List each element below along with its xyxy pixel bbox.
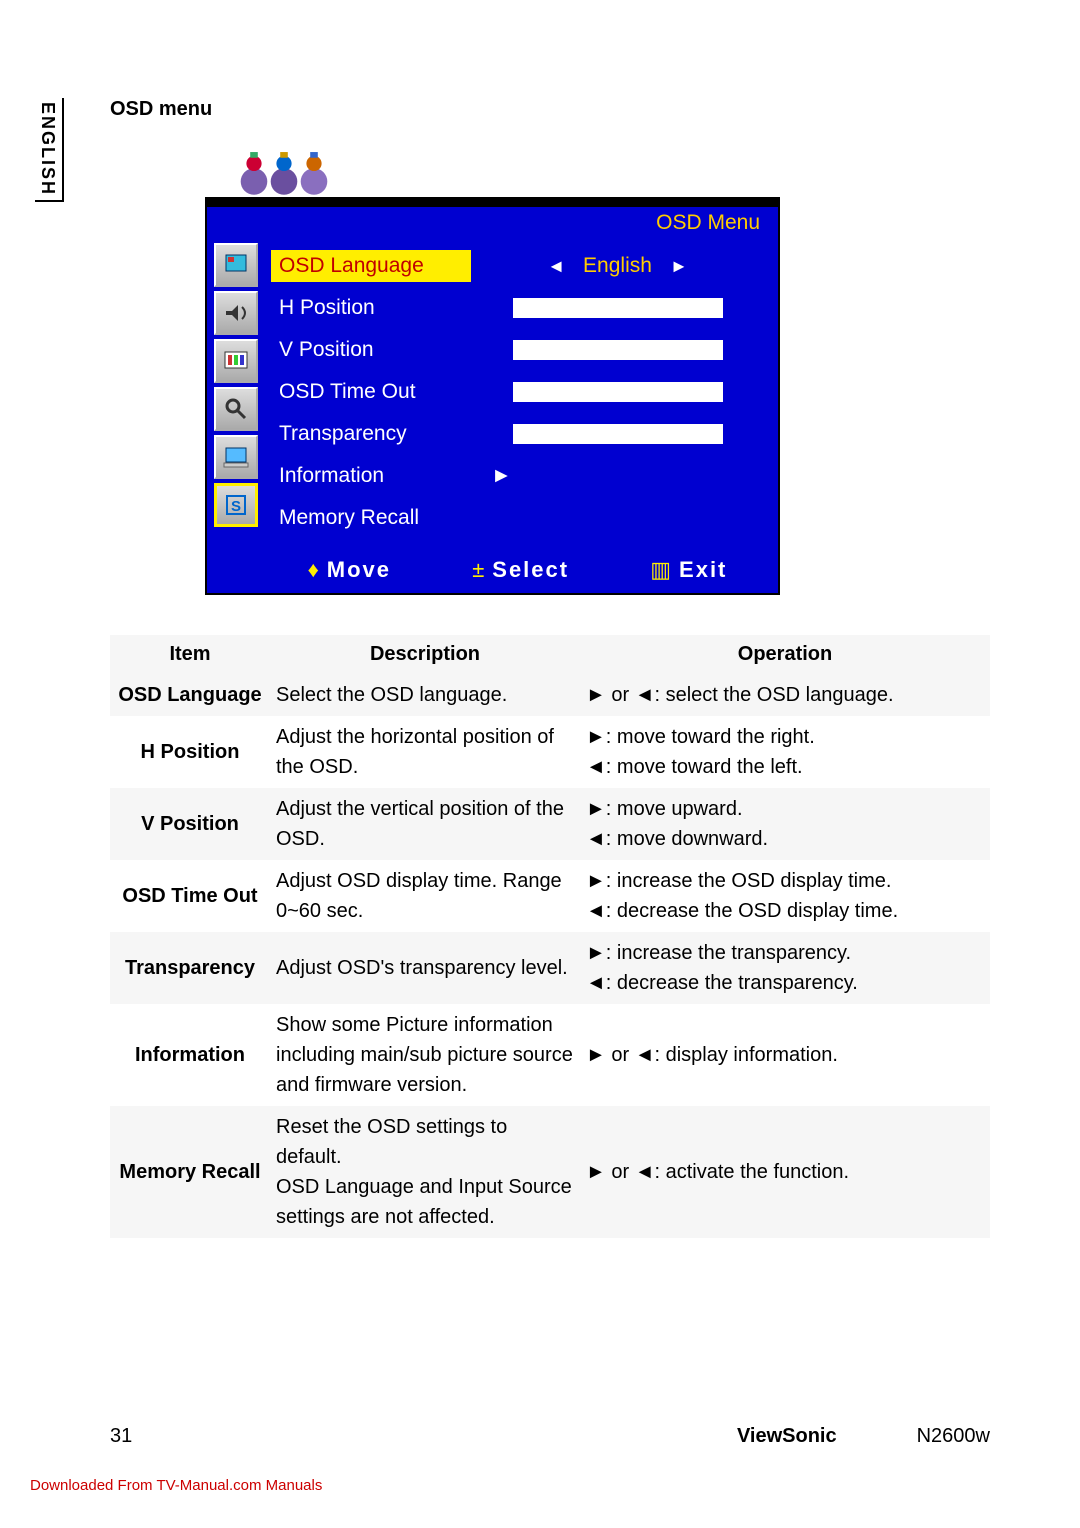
item-cell: OSD Time Out [110, 860, 270, 932]
table-row: InformationShow some Picture information… [110, 1004, 990, 1106]
item-cell: H Position [110, 716, 270, 788]
op-cell: ► or ◄: select the OSD language. [580, 674, 990, 716]
op-cell: ►: increase the transparency.◄: decrease… [580, 932, 990, 1004]
table-row: Memory RecallReset the OSD settings to d… [110, 1106, 990, 1238]
osd-row-label: Transparency [271, 418, 471, 450]
desc-cell: Reset the OSD settings to default.OSD La… [270, 1106, 580, 1238]
osd-row-label: H Position [271, 292, 471, 324]
osd-panel: OSD Menu S OSD Language ◄ English ► H Positi… [205, 197, 780, 595]
screen-tab-icon[interactable] [214, 339, 258, 383]
exit-label: Exit [679, 557, 727, 582]
page-footer: 31 ViewSonic N2600w [110, 1425, 990, 1448]
osd-footer: ♦Move ±Select ▥Exit [207, 551, 778, 593]
language-tab: ENGLISH [35, 98, 64, 202]
select-label: Select [492, 557, 569, 582]
osd-row-transparency[interactable]: Transparency [271, 413, 764, 455]
osd-row-information[interactable]: Information ► [271, 455, 764, 497]
updown-icon: ♦ [308, 557, 321, 582]
desc-cell: Adjust the vertical position of the OSD. [270, 788, 580, 860]
osd-row-osd-language[interactable]: OSD Language ◄ English ► [271, 245, 764, 287]
description-table: Item Description Operation OSD LanguageS… [110, 635, 990, 1238]
plusminus-icon: ± [472, 557, 486, 582]
osd-row-label: OSD Time Out [271, 376, 471, 408]
section-title: OSD menu [110, 98, 990, 121]
item-cell: Memory Recall [110, 1106, 270, 1238]
table-row: TransparencyAdjust OSD's transparency le… [110, 932, 990, 1004]
move-label: Move [327, 557, 391, 582]
item-cell: Transparency [110, 932, 270, 1004]
osd-row-memory-recall[interactable]: Memory Recall [271, 497, 764, 539]
osd-row-h-position[interactable]: H Position [271, 287, 764, 329]
osd-tab-icons: S [207, 241, 265, 551]
model: N2600w [917, 1425, 990, 1448]
osd-tab-icon[interactable]: S [214, 483, 258, 527]
item-cell: OSD Language [110, 674, 270, 716]
table-row: H PositionAdjust the horizontal position… [110, 716, 990, 788]
slider-bar[interactable] [513, 298, 723, 318]
table-row: V PositionAdjust the vertical position o… [110, 788, 990, 860]
table-row: OSD LanguageSelect the OSD language.► or… [110, 674, 990, 716]
header-description: Description [270, 635, 580, 674]
osd-title: OSD Menu [207, 207, 778, 241]
audio-tab-icon[interactable] [214, 291, 258, 335]
desc-cell: Adjust OSD display time. Range 0~60 sec. [270, 860, 580, 932]
item-cell: Information [110, 1004, 270, 1106]
header-item: Item [110, 635, 270, 674]
viewsonic-birds-logo [205, 135, 990, 197]
op-cell: ►: move toward the right.◄: move toward … [580, 716, 990, 788]
right-arrow-icon[interactable]: ► [491, 464, 512, 488]
slider-bar[interactable] [513, 424, 723, 444]
download-note: Downloaded From TV-Manual.com Manuals [30, 1477, 322, 1494]
header-operation: Operation [580, 635, 990, 674]
pc-tab-icon[interactable] [214, 435, 258, 479]
osd-value: English [583, 254, 652, 278]
osd-row-label: OSD Language [271, 250, 471, 282]
op-cell: ► or ◄: display information. [580, 1004, 990, 1106]
exit-icon: ▥ [650, 557, 673, 582]
left-arrow-icon[interactable]: ◄ [547, 256, 565, 277]
svg-text:S: S [231, 498, 241, 515]
op-cell: ►: move upward.◄: move downward. [580, 788, 990, 860]
right-arrow-icon[interactable]: ► [670, 256, 688, 277]
desc-cell: Show some Picture information including … [270, 1004, 580, 1106]
desc-cell: Select the OSD language. [270, 674, 580, 716]
page-number: 31 [110, 1425, 132, 1448]
picture-tab-icon[interactable] [214, 243, 258, 287]
item-cell: V Position [110, 788, 270, 860]
osd-row-v-position[interactable]: V Position [271, 329, 764, 371]
desc-cell: Adjust the horizontal position of the OS… [270, 716, 580, 788]
slider-bar[interactable] [513, 340, 723, 360]
table-row: OSD Time OutAdjust OSD display time. Ran… [110, 860, 990, 932]
brand: ViewSonic [737, 1425, 837, 1448]
slider-bar[interactable] [513, 382, 723, 402]
setup-tab-icon[interactable] [214, 387, 258, 431]
osd-row-osd-time-out[interactable]: OSD Time Out [271, 371, 764, 413]
desc-cell: Adjust OSD's transparency level. [270, 932, 580, 1004]
op-cell: ► or ◄: activate the function. [580, 1106, 990, 1238]
op-cell: ►: increase the OSD display time.◄: decr… [580, 860, 990, 932]
osd-row-label: Memory Recall [271, 502, 471, 534]
osd-row-label: Information [271, 460, 471, 492]
osd-row-label: V Position [271, 334, 471, 366]
